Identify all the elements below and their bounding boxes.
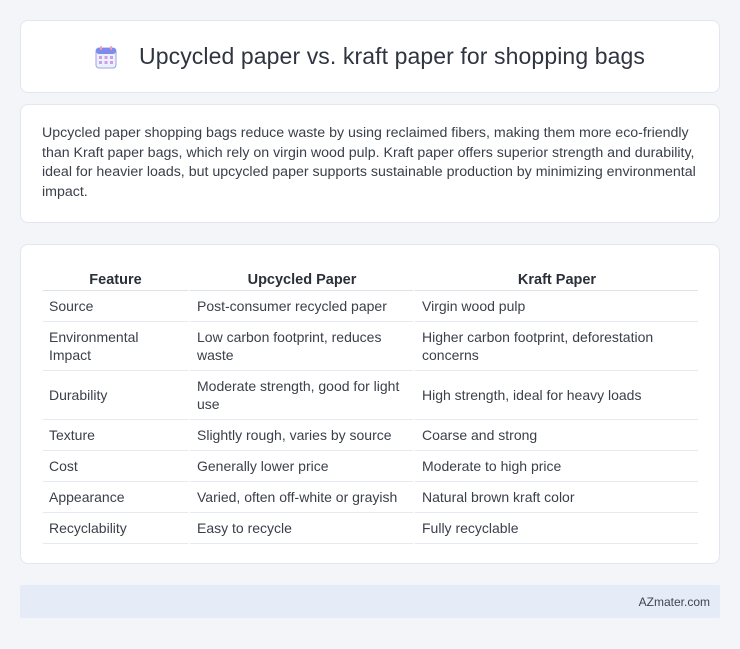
comparison-table-card: Feature Upcycled Paper Kraft Paper Sourc… — [20, 244, 720, 564]
cell-kraft: Moderate to high price — [413, 451, 698, 482]
summary-text: Upcycled paper shopping bags reduce wast… — [42, 125, 696, 200]
calendar-icon — [95, 45, 117, 69]
cell-kraft: Natural brown kraft color — [413, 482, 698, 513]
cell-upcycled: Post-consumer recycled paper — [188, 291, 413, 322]
cell-upcycled: Easy to recycle — [188, 513, 413, 544]
cell-kraft: Virgin wood pulp — [413, 291, 698, 322]
comparison-table: Feature Upcycled Paper Kraft Paper Sourc… — [43, 265, 698, 544]
table-row: Environmental Impact Low carbon footprin… — [43, 322, 698, 371]
cell-feature: Cost — [43, 451, 188, 482]
footer-site-link[interactable]: AZmater.com — [639, 595, 710, 609]
table-row: Source Post-consumer recycled paper Virg… — [43, 291, 698, 322]
table-row: Recyclability Easy to recycle Fully recy… — [43, 513, 698, 544]
summary-card: Upcycled paper shopping bags reduce wast… — [20, 104, 720, 223]
cell-feature: Durability — [43, 371, 188, 420]
cell-kraft: Fully recyclable — [413, 513, 698, 544]
table-row: Appearance Varied, often off-white or gr… — [43, 482, 698, 513]
cell-upcycled: Moderate strength, good for light use — [188, 371, 413, 420]
cell-feature: Environmental Impact — [43, 322, 188, 371]
table-row: Texture Slightly rough, varies by source… — [43, 420, 698, 451]
header-feature: Feature — [43, 265, 188, 291]
cell-feature: Source — [43, 291, 188, 322]
cell-upcycled: Generally lower price — [188, 451, 413, 482]
header-kraft-paper: Kraft Paper — [413, 265, 698, 291]
cell-kraft: Higher carbon footprint, deforestation c… — [413, 322, 698, 371]
table-header-row: Feature Upcycled Paper Kraft Paper — [43, 265, 698, 291]
cell-upcycled: Varied, often off-white or grayish — [188, 482, 413, 513]
footer-bar: AZmater.com — [20, 585, 720, 618]
page-title: Upcycled paper vs. kraft paper for shopp… — [139, 43, 645, 69]
table-row: Durability Moderate strength, good for l… — [43, 371, 698, 420]
cell-feature: Texture — [43, 420, 188, 451]
header-upcycled-paper: Upcycled Paper — [188, 265, 413, 291]
cell-feature: Appearance — [43, 482, 188, 513]
table-row: Cost Generally lower price Moderate to h… — [43, 451, 698, 482]
cell-kraft: Coarse and strong — [413, 420, 698, 451]
cell-feature: Recyclability — [43, 513, 188, 544]
cell-upcycled: Low carbon footprint, reduces waste — [188, 322, 413, 371]
title-card: Upcycled paper vs. kraft paper for shopp… — [20, 20, 720, 93]
cell-upcycled: Slightly rough, varies by source — [188, 420, 413, 451]
cell-kraft: High strength, ideal for heavy loads — [413, 371, 698, 420]
